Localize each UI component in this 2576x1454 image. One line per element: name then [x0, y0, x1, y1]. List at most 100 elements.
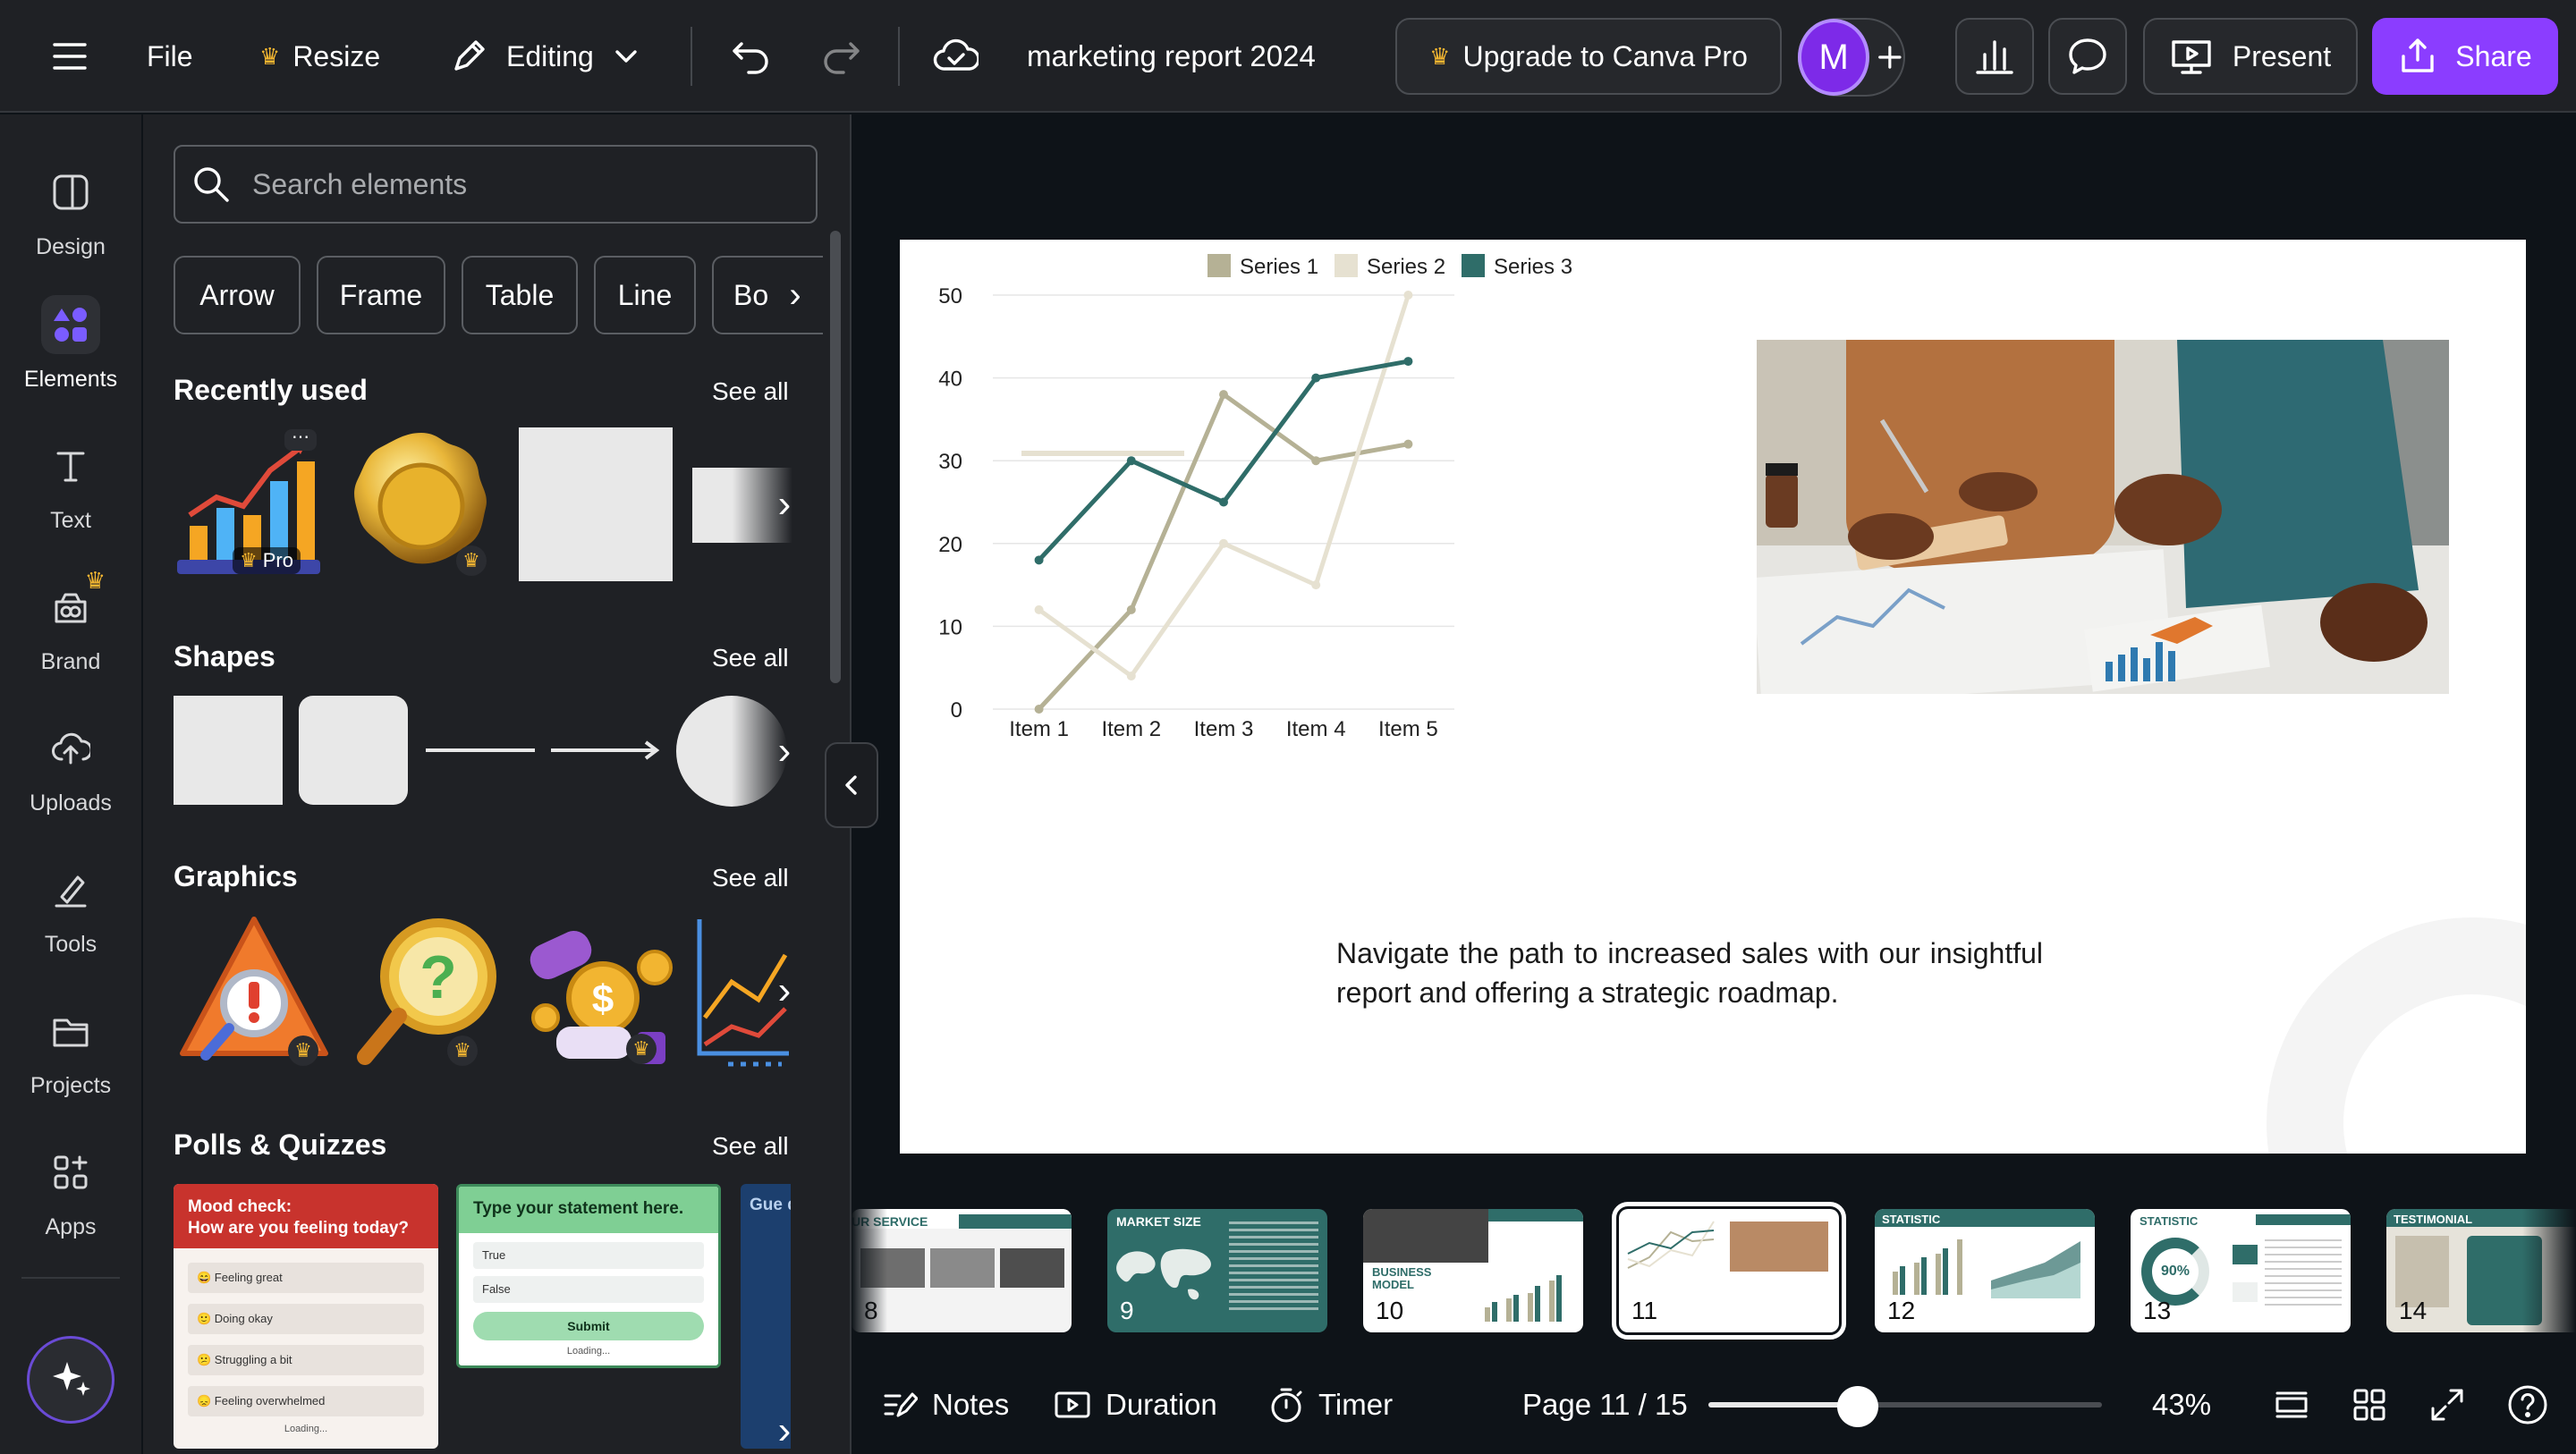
editing-label: Editing [506, 39, 594, 72]
rail-item-apps[interactable]: Apps [0, 1134, 141, 1259]
y-tick-label: 40 [938, 368, 962, 392]
quiz-true-false[interactable]: Type your statement here. True False Sub… [456, 1184, 721, 1368]
document-title[interactable]: marketing report 2024 [1027, 32, 1316, 80]
rail-item-brand[interactable]: ♛ Brand [0, 567, 141, 694]
quiz-submit-button[interactable]: Submit [473, 1312, 704, 1340]
chip-frame[interactable]: Frame [317, 256, 445, 334]
rail-item-tools[interactable]: Tools [0, 851, 141, 976]
insights-button[interactable] [1955, 18, 2034, 95]
search-input[interactable]: Search elements [174, 145, 818, 224]
slide-canvas[interactable]: 0 10 20 30 40 50 Item 1 Item 2 Item 3 Item 4 Item… [900, 240, 2526, 1154]
toolbar-divider [691, 27, 692, 86]
decorative-ring [2267, 917, 2526, 1154]
rail-item-text[interactable]: Text [0, 427, 141, 553]
page-thumbnail-11-selected[interactable]: 11 [1612, 1202, 1846, 1340]
see-all-shapes[interactable]: See all [712, 644, 789, 672]
zoom-slider-thumb[interactable] [1837, 1386, 1879, 1427]
quiz-option[interactable]: True [473, 1242, 704, 1269]
chevron-right-icon[interactable]: › [762, 1395, 807, 1454]
duration-icon [1055, 1391, 1090, 1418]
rail-item-uploads[interactable]: Uploads [0, 710, 141, 835]
shape-arrow[interactable] [551, 735, 664, 765]
duration-button[interactable]: Duration [1054, 1381, 1217, 1429]
crown-icon: ♛ [447, 1036, 478, 1066]
poll-option[interactable]: 😄 Feeling great [188, 1263, 424, 1293]
rail-item-design[interactable]: Design [0, 154, 141, 279]
rail-divider [21, 1277, 120, 1279]
legend-swatch [1208, 254, 1231, 277]
rail-label: Uploads [30, 790, 112, 816]
resize-button[interactable]: ♛ Resize [259, 32, 380, 80]
cloud-save-status[interactable] [928, 32, 982, 80]
redo-button[interactable] [818, 32, 866, 80]
poll-mood-check[interactable]: Mood check: How are you feeling today? 😄… [174, 1184, 438, 1449]
avatar[interactable]: M [1798, 19, 1870, 96]
comments-button[interactable] [2048, 18, 2127, 95]
upgrade-button[interactable]: ♛ Upgrade to Canva Pro [1395, 18, 1782, 95]
editing-mode-button[interactable]: Editing [449, 32, 639, 80]
rail-item-elements[interactable]: Elements [0, 286, 141, 411]
line-chart[interactable]: 01020304050 Item 1 Item 2 Item 3 Item 4 Item… [900, 240, 1758, 776]
thumb-image [1363, 1209, 1488, 1263]
page-thumbnail-10[interactable]: BUSINESS MODEL 10 [1363, 1209, 1583, 1332]
poll-option[interactable]: 😞 Feeling overwhelmed [188, 1386, 424, 1416]
present-button[interactable]: Present [2143, 18, 2358, 95]
poll-header: Mood check: How are you feeling today? [174, 1184, 438, 1248]
graphic-question[interactable]: ? ♛ [349, 910, 506, 1071]
see-all-polls[interactable]: See all [712, 1132, 789, 1161]
chevron-right-icon[interactable]: › [762, 715, 807, 787]
stray-line-element[interactable] [1021, 451, 1184, 456]
see-all-graphics[interactable]: See all [712, 864, 789, 892]
data-point [1403, 291, 1413, 300]
page-thumbnail-9[interactable]: MARKET SIZE 9 [1107, 1209, 1327, 1332]
file-menu[interactable]: File [147, 32, 193, 80]
undo-button[interactable] [726, 32, 775, 80]
chevron-right-icon[interactable]: › [762, 955, 807, 1027]
fullscreen-button[interactable] [2429, 1384, 2470, 1425]
zoom-slider[interactable] [1708, 1386, 2102, 1427]
x-tick-label: Item 2 [1101, 717, 1161, 741]
chevron-right-icon[interactable]: › [762, 469, 807, 540]
shape-rounded-square[interactable] [299, 696, 408, 805]
collaborators-group[interactable]: M [1798, 18, 1905, 97]
share-button[interactable]: Share [2372, 18, 2558, 95]
chart-y-ticks: 0 10 20 30 40 50 [938, 284, 962, 723]
recent-square-shape[interactable] [519, 427, 673, 581]
present-label: Present [2232, 39, 2332, 72]
recent-chart-graphic[interactable]: ⋯ ♛ Pro [174, 426, 326, 579]
data-point [1219, 497, 1228, 507]
chip-line[interactable]: Line [594, 256, 696, 334]
recent-wax-seal-graphic[interactable]: ♛ [343, 426, 499, 581]
data-point [1219, 538, 1228, 548]
timer-button[interactable]: Timer [1268, 1381, 1393, 1429]
poll-loading: Loading... [284, 1424, 328, 1434]
zoom-value[interactable]: 43% [2152, 1381, 2211, 1429]
chip-arrow[interactable]: Arrow [174, 256, 301, 334]
poll-option[interactable]: 😕 Struggling a bit [188, 1345, 424, 1375]
chip-table[interactable]: Table [462, 256, 578, 334]
see-all-recent[interactable]: See all [712, 377, 789, 406]
poll-option[interactable]: 🙂 Doing okay [188, 1304, 424, 1334]
graphic-money-hand[interactable]: $ ♛ [521, 919, 678, 1071]
menu-button[interactable] [45, 34, 95, 79]
shape-line[interactable] [426, 748, 535, 752]
quiz-option[interactable]: False [473, 1276, 704, 1303]
rail-item-projects[interactable]: Projects [0, 993, 141, 1118]
page-view-button[interactable] [2274, 1384, 2315, 1425]
notes-button[interactable]: Notes [882, 1381, 1009, 1429]
chevron-right-icon[interactable]: › [773, 259, 818, 331]
shape-square[interactable] [174, 696, 283, 805]
page-indicator[interactable]: Page 11 / 15 [1522, 1381, 1688, 1429]
collapse-panel-button[interactable] [825, 742, 878, 828]
help-button[interactable] [2506, 1382, 2551, 1427]
magic-ai-button[interactable] [27, 1336, 114, 1424]
business-meeting-photo[interactable] [1757, 340, 2449, 694]
page-thumbnail-12[interactable]: STATISTIC 12 [1875, 1209, 2095, 1332]
panel-scrollbar[interactable] [830, 231, 841, 683]
more-options-icon[interactable]: ⋯ [284, 428, 317, 451]
slide-body-text[interactable]: Navigate the path to increased sales wit… [1336, 934, 2043, 1012]
grid-view-button[interactable] [2352, 1384, 2394, 1425]
legend-swatch [1462, 254, 1485, 277]
page-thumbnail-13[interactable]: STATISTIC 90% 13 [2131, 1209, 2351, 1332]
graphic-warning[interactable]: ♛ [174, 910, 335, 1071]
